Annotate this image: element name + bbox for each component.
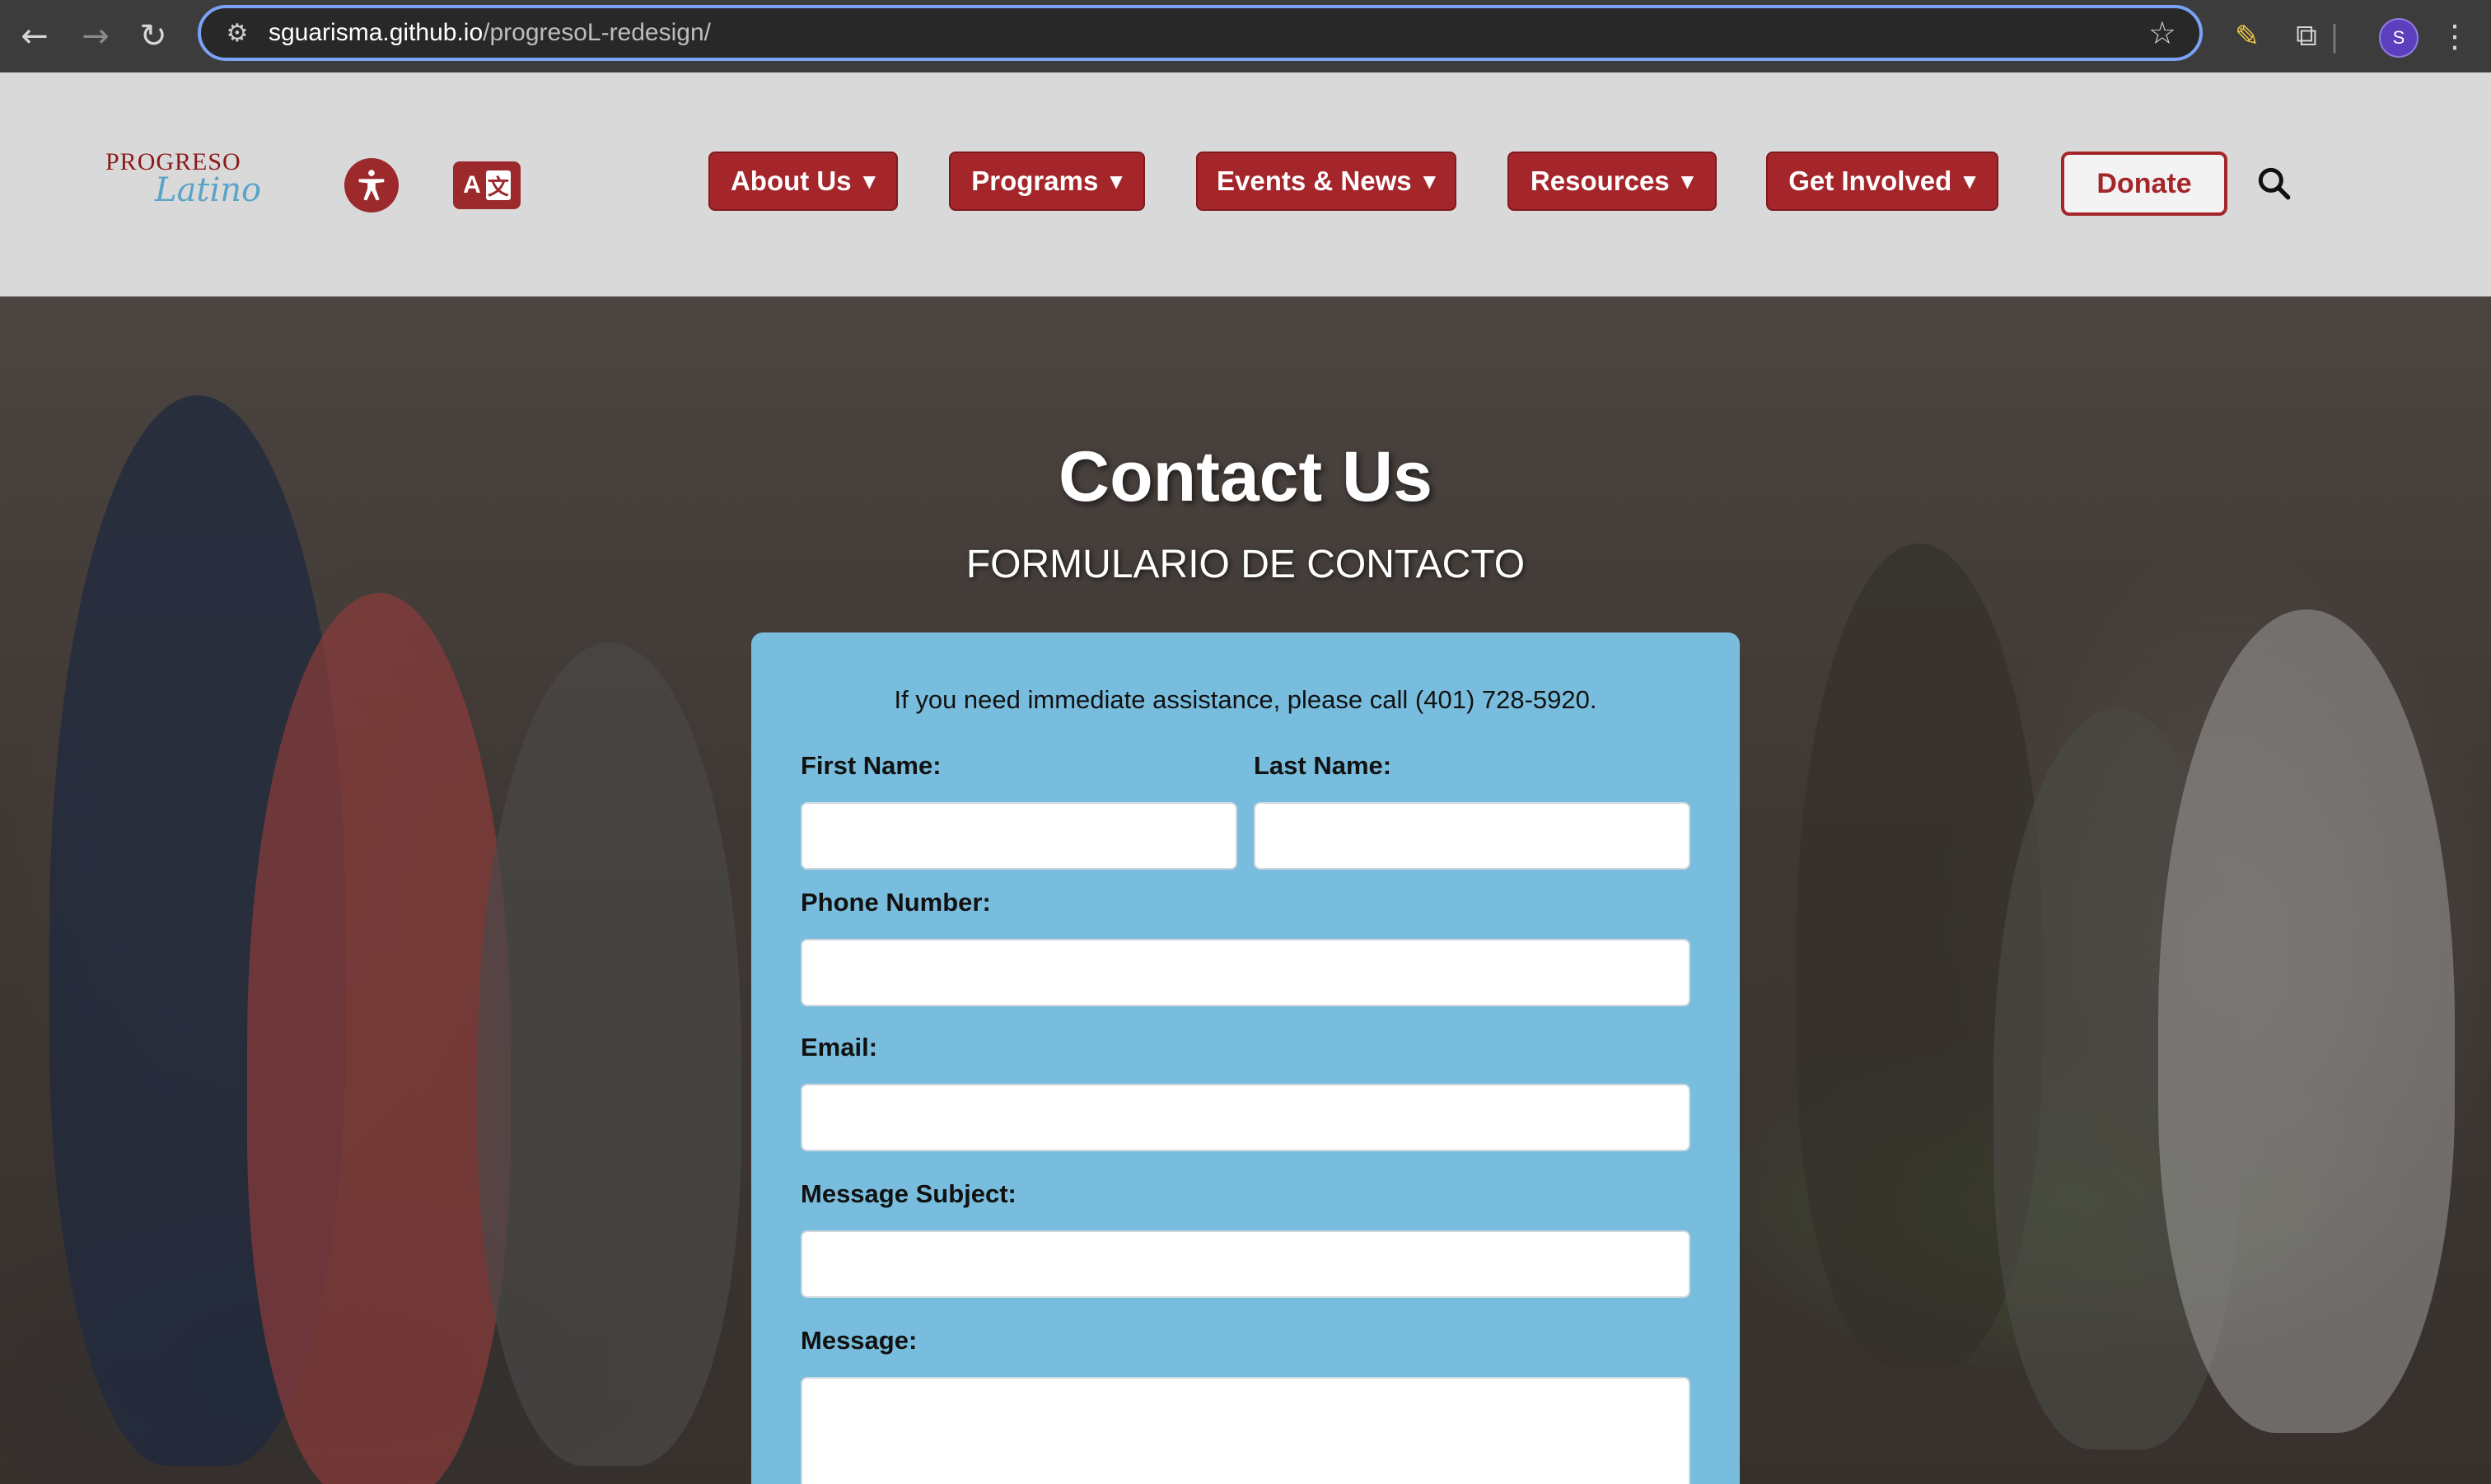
caret-down-icon: ▼: [862, 171, 876, 191]
nav-programs[interactable]: Programs ▼: [949, 152, 1145, 211]
reload-icon[interactable]: ↻: [129, 12, 178, 61]
address-bar-url[interactable]: sguarisma.github.io/progresoL-redesign/: [269, 19, 711, 47]
subject-label: Message Subject:: [801, 1179, 1016, 1208]
search-icon[interactable]: [2254, 163, 2295, 204]
accessibility-figure: [358, 170, 385, 201]
caret-down-icon: ▼: [1680, 171, 1694, 191]
nav-get-involved[interactable]: Get Involved ▼: [1766, 152, 1998, 211]
address-bar[interactable]: ⚙ sguarisma.github.io/progresoL-redesign…: [198, 5, 2203, 61]
site-settings-icon[interactable]: ⚙: [213, 19, 262, 48]
url-host: sguarisma.github.io: [269, 19, 484, 46]
kebab-menu-icon[interactable]: ⋮: [2430, 12, 2479, 61]
email-label: Email:: [801, 1033, 878, 1062]
first-name-input[interactable]: [801, 802, 1237, 870]
email-input[interactable]: [801, 1084, 1690, 1151]
search-glyph: [2258, 167, 2291, 200]
subject-input[interactable]: [801, 1230, 1690, 1298]
translate-letter: A: [463, 171, 481, 198]
bookmark-star-icon[interactable]: ☆: [2148, 15, 2176, 51]
caret-down-icon: ▼: [1963, 171, 1976, 191]
accessibility-icon[interactable]: [344, 158, 399, 212]
caret-down-icon: ▼: [1110, 171, 1123, 191]
logo[interactable]: PROGRESO Latino: [102, 148, 261, 222]
nav-events-news[interactable]: Events & News ▼: [1196, 152, 1456, 211]
last-name-label: Last Name:: [1254, 751, 1392, 780]
first-name-label: First Name:: [801, 751, 942, 780]
page-title: Contact Us: [1059, 437, 1432, 516]
page-subtitle: FORMULARIO DE CONTACTO: [965, 543, 1526, 586]
site-header: PROGRESO Latino A 文 About Us ▼ Programs ▼ …: [0, 72, 2491, 296]
hero-section: Contact Us FORMULARIO DE CONTACTO If you…: [0, 296, 2491, 1484]
nav-label: Get Involved: [1788, 166, 1952, 196]
caret-down-icon: ▼: [1423, 171, 1436, 191]
donate-button[interactable]: Donate: [2061, 152, 2227, 216]
url-path: /progresoL-redesign/: [483, 19, 711, 46]
nav-label: Programs: [971, 166, 1099, 196]
message-textarea[interactable]: [801, 1377, 1690, 1484]
translate-icon[interactable]: A 文: [453, 161, 521, 209]
avatar[interactable]: S: [2379, 18, 2419, 58]
logo-word-latino: Latino: [155, 171, 262, 209]
puzzle-icon[interactable]: ⧉: [2282, 12, 2331, 61]
back-icon[interactable]: ←: [10, 12, 59, 61]
pencil-icon[interactable]: ✎: [2222, 12, 2272, 61]
contact-form: If you need immediate assistance, please…: [751, 632, 1740, 1484]
translate-glyph: 文: [485, 170, 511, 200]
nav-label: Resources: [1530, 166, 1670, 196]
phone-label: Phone Number:: [801, 888, 991, 917]
nav-label: Events & News: [1217, 166, 1412, 196]
forward-icon[interactable]: →: [71, 12, 120, 61]
nav-resources[interactable]: Resources ▼: [1507, 152, 1717, 211]
toolbar-divider: |: [2329, 19, 2340, 54]
nav-about-us[interactable]: About Us ▼: [708, 152, 898, 211]
message-label: Message:: [801, 1326, 918, 1355]
nav-label: About Us: [730, 166, 852, 196]
phone-input[interactable]: [801, 939, 1690, 1006]
last-name-input[interactable]: [1254, 802, 1690, 870]
assistance-text: If you need immediate assistance, please…: [894, 685, 1597, 714]
browser-toolbar: ← → ↻ ⚙ sguarisma.github.io/progresoL-re…: [0, 0, 2491, 73]
